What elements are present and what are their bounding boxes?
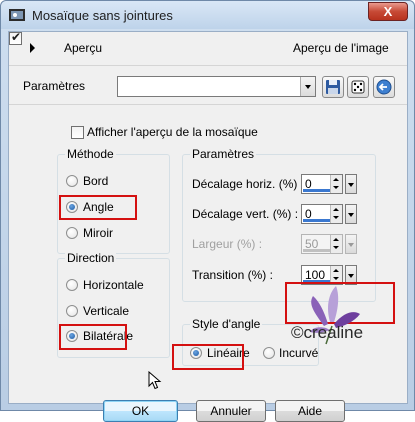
title-bar[interactable]: Mosaïque sans jointures X <box>1 1 414 29</box>
preview-image-checkbox[interactable] <box>9 30 22 45</box>
direction-label-verticale: Verticale <box>83 304 130 318</box>
highlight-box <box>59 324 127 350</box>
corner-style-radio-incurve[interactable] <box>263 347 275 359</box>
highlight-box <box>59 195 137 220</box>
direction-label-horizontale: Horizontale <box>83 278 144 292</box>
dice-icon <box>351 80 365 94</box>
horizontal-offset-input[interactable]: 0 <box>301 174 343 194</box>
expand-arrow-icon[interactable] <box>30 43 35 53</box>
window-title: Mosaïque sans jointures <box>32 8 173 23</box>
mouse-cursor-icon <box>148 371 162 390</box>
floppy-disk-icon <box>326 80 340 94</box>
width-label: Largeur (%) : <box>192 237 263 251</box>
reset-arrow-icon <box>376 79 392 95</box>
vertical-offset-stepper[interactable] <box>330 205 342 223</box>
show-mosaic-preview-label: Afficher l'aperçu de la mosaïque <box>87 125 258 139</box>
horizontal-offset-slider[interactable] <box>303 189 331 192</box>
save-preset-button[interactable] <box>322 76 344 98</box>
parameters-title: Paramètres <box>190 147 257 161</box>
direction-radio-horizontale[interactable] <box>66 279 78 291</box>
preview-bar: Aperçu Aperçu de l'image <box>9 30 407 64</box>
presets-dropdown[interactable] <box>117 76 316 97</box>
highlight-box <box>172 344 244 370</box>
method-title: Méthode <box>65 147 116 161</box>
horizontal-offset-dropdown[interactable] <box>345 174 357 194</box>
presets-label: Paramètres <box>23 79 86 93</box>
width-dropdown <box>345 234 357 254</box>
preview-image-label: Aperçu de l'image <box>293 41 389 55</box>
reset-button[interactable] <box>373 76 395 98</box>
width-input: 50 <box>301 234 343 254</box>
width-stepper <box>330 235 342 253</box>
vertical-offset-label: Décalage vert. (%) : <box>192 207 299 221</box>
direction-group: Direction Horizontale Verticale Bilatéra… <box>57 251 170 358</box>
vertical-offset-dropdown[interactable] <box>345 204 357 224</box>
dialog-window: Mosaïque sans jointures X Aperçu Aperçu … <box>0 0 415 422</box>
preview-label: Aperçu <box>64 41 103 55</box>
presets-bar: Paramètres <box>9 65 407 105</box>
ok-button[interactable]: OK <box>103 400 178 422</box>
app-icon <box>9 9 25 21</box>
show-mosaic-preview-checkbox[interactable] <box>71 126 84 139</box>
width-slider <box>303 249 331 252</box>
corner-style-label-incurve: Incurvé <box>279 346 319 360</box>
method-group: Méthode Bord Angle Miroir <box>57 147 170 254</box>
help-button[interactable]: Aide <box>275 400 345 422</box>
randomize-button[interactable] <box>347 76 369 98</box>
watermark: ©crealine <box>291 323 364 342</box>
direction-radio-verticale[interactable] <box>66 305 78 317</box>
method-label-bord: Bord <box>83 174 109 188</box>
dialog-client-area: Aperçu Aperçu de l'image Paramètres <box>8 30 408 422</box>
vertical-offset-slider[interactable] <box>303 219 331 222</box>
cancel-button[interactable]: Annuler <box>196 400 266 422</box>
settings-area: Afficher l'aperçu de la mosaïque Méthode… <box>9 106 407 422</box>
vertical-offset-input[interactable]: 0 <box>301 204 343 224</box>
horizontal-offset-label: Décalage horiz. (%) : <box>192 177 305 191</box>
direction-title: Direction <box>65 251 117 265</box>
close-button[interactable]: X <box>368 2 408 21</box>
transition-label: Transition (%) : <box>192 268 273 282</box>
chevron-down-icon[interactable] <box>300 77 315 96</box>
parameters-group: Paramètres Décalage horiz. (%) : 0 Décal… <box>182 147 376 302</box>
method-radio-bord[interactable] <box>66 175 78 187</box>
method-radio-miroir[interactable] <box>66 227 78 239</box>
corner-style-title: Style d'angle <box>190 317 263 331</box>
horizontal-offset-stepper[interactable] <box>330 175 342 193</box>
method-label-miroir: Miroir <box>83 226 113 240</box>
